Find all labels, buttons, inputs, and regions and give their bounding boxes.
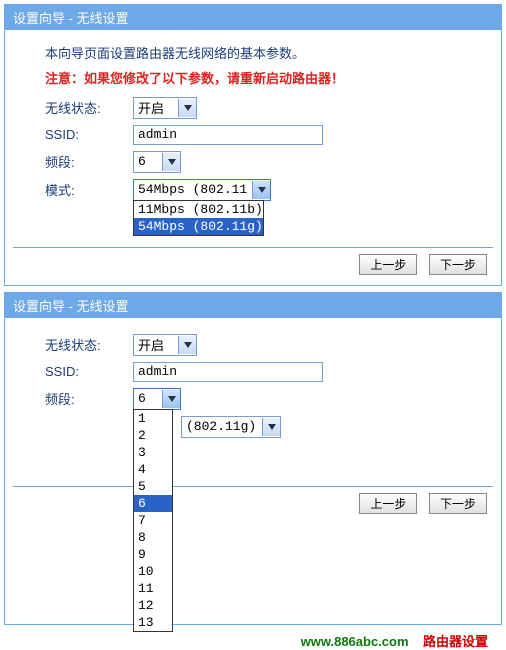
next-button[interactable]: 下一步 — [429, 254, 487, 275]
mode-select-partial[interactable] — [181, 416, 281, 438]
footer: www.886abc.com 路由器设置 — [0, 631, 506, 650]
mode-value[interactable] — [134, 181, 252, 199]
channel-option[interactable]: 10 — [134, 563, 172, 580]
chevron-down-icon[interactable] — [178, 99, 196, 117]
divider — [13, 486, 493, 487]
label-ssid: SSID: — [45, 364, 133, 379]
channel-option[interactable]: 12 — [134, 597, 172, 614]
wireless-state-value[interactable] — [134, 99, 178, 117]
channel-dropdown[interactable]: 12345678910111213 — [133, 409, 173, 632]
label-mode: 模式: — [45, 180, 133, 199]
button-bar: 上一步 下一步 — [5, 493, 487, 514]
prev-button[interactable]: 上一步 — [359, 493, 417, 514]
row-wireless-state: 无线状态: — [45, 97, 501, 119]
ssid-input[interactable] — [133, 362, 323, 382]
channel-value[interactable] — [134, 390, 162, 408]
channel-option[interactable]: 11 — [134, 580, 172, 597]
label-channel: 频段: — [45, 389, 133, 408]
chevron-down-icon[interactable] — [178, 336, 196, 354]
channel-option[interactable]: 5 — [134, 478, 172, 495]
label-ssid: SSID: — [45, 127, 133, 142]
mode-partial-value[interactable] — [182, 418, 262, 436]
channel-select[interactable] — [133, 151, 181, 173]
channel-option[interactable]: 7 — [134, 512, 172, 529]
mode-select[interactable] — [133, 179, 271, 201]
intro-text: 本向导页面设置路由器无线网络的基本参数。 — [45, 44, 477, 64]
channel-select[interactable] — [133, 388, 181, 410]
label-wireless-state: 无线状态: — [45, 335, 133, 354]
warning-text: 注意：如果您修改了以下参数，请重新启动路由器！ — [45, 68, 477, 87]
channel-option[interactable]: 1 — [134, 410, 172, 427]
channel-option[interactable]: 3 — [134, 444, 172, 461]
wireless-state-select[interactable] — [133, 97, 197, 119]
next-button[interactable]: 下一步 — [429, 493, 487, 514]
wizard-panel-2: 设置向导 - 无线设置 无线状态: SSID: 频段: 123456789101… — [4, 292, 502, 625]
prev-button[interactable]: 上一步 — [359, 254, 417, 275]
panel-title: 设置向导 - 无线设置 — [5, 293, 501, 318]
wizard-panel-1: 设置向导 - 无线设置 本向导页面设置路由器无线网络的基本参数。 注意：如果您修… — [4, 4, 502, 286]
channel-option[interactable]: 8 — [134, 529, 172, 546]
row-channel: 频段: 12345678910111213 — [45, 388, 501, 410]
chevron-down-icon[interactable] — [262, 418, 280, 436]
row-mode: 模式: 11Mbps (802.11b)54Mbps (802.11g) — [45, 179, 501, 201]
divider — [13, 247, 493, 248]
chevron-down-icon[interactable] — [162, 153, 180, 171]
panel-title: 设置向导 - 无线设置 — [5, 5, 501, 30]
chevron-down-icon[interactable] — [162, 390, 180, 408]
channel-value[interactable] — [134, 153, 162, 171]
wireless-state-select[interactable] — [133, 334, 197, 356]
channel-option[interactable]: 4 — [134, 461, 172, 478]
row-ssid: SSID: — [45, 125, 501, 145]
channel-option[interactable]: 6 — [134, 495, 172, 512]
row-channel: 频段: — [45, 151, 501, 173]
row-wireless-state: 无线状态: — [45, 334, 501, 356]
mode-option[interactable]: 54Mbps (802.11g) — [134, 218, 263, 235]
button-bar: 上一步 下一步 — [5, 254, 487, 275]
chevron-down-icon[interactable] — [252, 181, 270, 199]
footer-url: www.886abc.com — [301, 634, 409, 649]
row-ssid: SSID: — [45, 362, 501, 382]
channel-option[interactable]: 9 — [134, 546, 172, 563]
channel-option[interactable]: 2 — [134, 427, 172, 444]
channel-option[interactable]: 13 — [134, 614, 172, 631]
label-wireless-state: 无线状态: — [45, 98, 133, 117]
row-mode — [181, 416, 501, 438]
wireless-state-value[interactable] — [134, 336, 178, 354]
footer-tagline: 路由器设置 — [423, 634, 488, 649]
mode-dropdown[interactable]: 11Mbps (802.11b)54Mbps (802.11g) — [133, 200, 264, 236]
label-channel: 频段: — [45, 152, 133, 171]
mode-option[interactable]: 11Mbps (802.11b) — [134, 201, 263, 218]
ssid-input[interactable] — [133, 125, 323, 145]
